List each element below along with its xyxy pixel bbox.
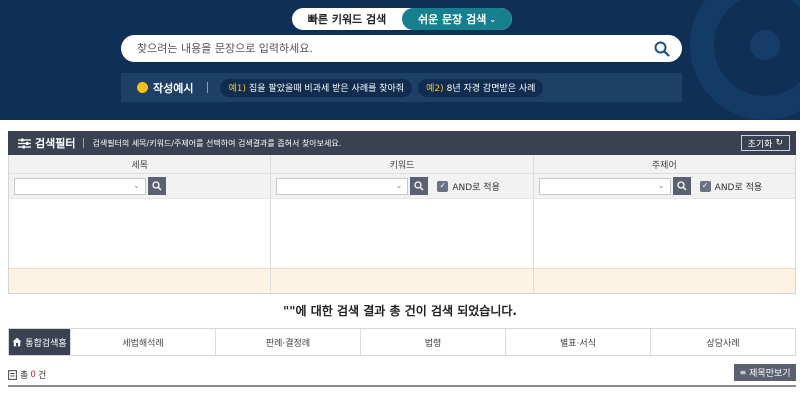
filter-title: 검색필터: [35, 137, 76, 150]
total-count: 총 0 건: [8, 368, 46, 381]
filter-grid: 세목 ⌄ 키워드 ⌄ ✓ AND로 적용 주제어 ⌄ ✓ AND로 적용: [8, 155, 796, 294]
selected-items-area: [9, 268, 271, 293]
tab-label: 상담사례: [706, 338, 740, 349]
search-filter-bar: 검색필터 검색필터의 세목/키워드/주제어를 선택하여 검색결과를 좁혀서 찾아…: [8, 131, 796, 155]
tab-precedents[interactable]: 판례·결정례: [216, 329, 361, 355]
divider: [8, 385, 796, 387]
chevron-down-icon: ⌄: [489, 14, 497, 24]
example-chip-2[interactable]: 예2) 8년 자경 감면받은 사례: [418, 78, 544, 97]
search-input[interactable]: [137, 42, 642, 55]
topic-search-button[interactable]: [672, 177, 691, 195]
divider: [207, 82, 209, 93]
document-icon: [8, 369, 17, 380]
search-icon: [152, 181, 162, 191]
tab-label: 세법해석례: [122, 338, 164, 349]
decorative-circle: [690, 0, 800, 120]
filter-column-tax-item: 세목 ⌄: [9, 155, 272, 293]
column-list: [533, 199, 795, 268]
smile-icon: [137, 82, 148, 93]
sliders-icon: [18, 138, 31, 148]
column-header: 키워드: [271, 155, 533, 174]
total-suffix: 건: [38, 371, 47, 381]
example-number: 예1): [228, 84, 247, 94]
tab-consultation-cases[interactable]: 상담사례: [651, 329, 795, 355]
filter-description: 검색필터의 세목/키워드/주제어를 선택하여 검색결과를 좁혀서 찾아보세요.: [92, 138, 342, 148]
topic-select[interactable]: ⌄: [538, 177, 671, 195]
keyword-and-checkbox[interactable]: ✓ AND로 적용: [437, 180, 500, 193]
tax-item-search-button[interactable]: [148, 177, 166, 195]
filter-heading: 검색필터: [18, 135, 75, 151]
selected-items-area: [533, 268, 795, 293]
decorative-dot: [750, 30, 780, 60]
chevron-down-icon: ⌄: [395, 180, 403, 190]
chevron-down-icon: ⌄: [657, 180, 665, 190]
filter-column-keyword: 키워드 ⌄ ✓ AND로 적용: [271, 155, 534, 293]
search-icon: [677, 181, 687, 191]
column-controls: ⌄ ✓ AND로 적용: [271, 174, 533, 199]
search-mode-toggle: 빠른 키워드 검색 쉬운 문장 검색 ⌄: [292, 8, 512, 30]
topic-and-checkbox[interactable]: ✓ AND로 적용: [699, 180, 763, 193]
home-icon: [12, 337, 22, 347]
quick-keyword-search-label: 빠른 키워드 검색: [307, 13, 387, 26]
example-queries: 작성예시 예1) 집을 팔았을때 비과세 받은 사례를 찾아줘 예2) 8년 자…: [121, 73, 682, 102]
tab-integrated-home[interactable]: 통합검색홈: [9, 329, 71, 355]
tab-label: 별표·서식: [560, 338, 596, 349]
tab-label: 법령: [424, 338, 442, 349]
tab-laws[interactable]: 법령: [361, 329, 506, 355]
filter-column-topic: 주제어 ⌄ ✓ AND로 적용: [533, 155, 795, 293]
column-header: 세목: [9, 155, 271, 174]
examples-heading: 작성예시: [137, 80, 193, 96]
title-only-button[interactable]: ≡ 제목만보기: [734, 364, 796, 381]
tab-label: 판례·결정례: [265, 338, 311, 349]
selected-items-area: [271, 268, 533, 293]
reset-button[interactable]: 초기화 ↻: [740, 135, 790, 151]
chevron-down-icon: ⌄: [133, 180, 140, 190]
easy-sentence-search-tab[interactable]: 쉬운 문장 검색 ⌄: [402, 8, 512, 30]
title-only-label: 제목만보기: [749, 369, 791, 379]
column-controls: ⌄: [9, 174, 271, 199]
and-label: AND로 적용: [452, 182, 500, 193]
examples-title: 작성예시: [153, 81, 194, 95]
search-icon: [414, 181, 424, 191]
search-banner: 빠른 키워드 검색 쉬운 문장 검색 ⌄ 작성예시 예1) 집을 팔았을때 비과…: [0, 0, 800, 120]
column-list: [9, 199, 271, 268]
checkmark-icon: ✓: [699, 180, 711, 192]
category-tabs: 통합검색홈 세법해석례 판례·결정례 법령 별표·서식 상담사례: [8, 328, 796, 356]
list-icon: ≡: [739, 368, 747, 377]
column-header: 주제어: [533, 155, 795, 174]
search-button[interactable]: [642, 35, 682, 62]
tab-forms[interactable]: 별표·서식: [506, 329, 651, 355]
tab-tax-interpretation[interactable]: 세법해석례: [71, 329, 216, 355]
checkmark-icon: ✓: [437, 180, 449, 192]
example-number: 예2): [426, 84, 444, 94]
refresh-icon: ↻: [775, 138, 783, 148]
example-chip-1[interactable]: 예1) 집을 팔았을때 비과세 받은 사례를 찾아줘: [220, 78, 413, 97]
total-prefix: 총: [20, 371, 29, 381]
total-count-value: 0: [30, 369, 37, 380]
search-icon: [654, 41, 670, 57]
divider: [83, 138, 85, 148]
easy-sentence-search-label: 쉬운 문장 검색: [417, 13, 487, 26]
example-text: 집을 팔았을때 비과세 받은 사례를 찾아줘: [249, 84, 405, 94]
tax-item-select[interactable]: ⌄: [14, 177, 146, 195]
quick-keyword-search-tab[interactable]: 빠른 키워드 검색: [292, 8, 402, 30]
result-message: ""에 대한 검색 결과 총 건이 검색 되었습니다.: [283, 304, 517, 318]
column-controls: ⌄ ✓ AND로 적용: [533, 174, 795, 199]
keyword-search-button[interactable]: [410, 177, 429, 195]
tab-label: 통합검색홈: [25, 338, 67, 349]
example-text: 8년 자경 감면받은 사례: [446, 84, 536, 94]
reset-label: 초기화: [747, 139, 773, 150]
keyword-select[interactable]: ⌄: [276, 177, 409, 195]
column-list: [271, 199, 533, 268]
and-label: AND로 적용: [714, 182, 763, 193]
search-box: [121, 35, 682, 62]
